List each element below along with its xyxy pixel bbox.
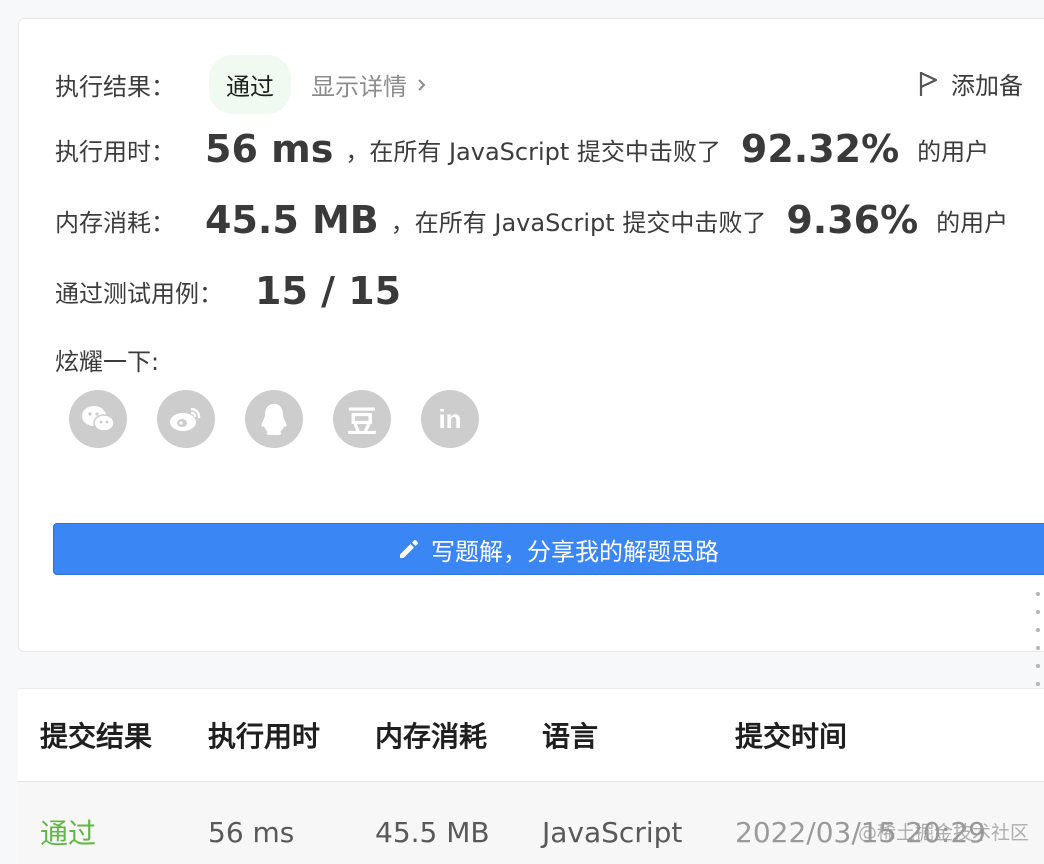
share-wechat-button[interactable] — [69, 390, 127, 448]
pencil-icon — [400, 540, 418, 558]
runtime-label: 执行用时： — [55, 137, 175, 166]
share-qq-button[interactable] — [245, 390, 303, 448]
add-note-label: 添加备 — [951, 72, 1023, 100]
memory-text: ，在所有 JavaScript 提交中击败了 — [390, 208, 767, 237]
show-details-label: 显示详情 — [311, 73, 407, 101]
row-runtime: 56 ms — [208, 815, 295, 849]
result-row: 执行结果： 通过 显示详情 — [55, 55, 429, 114]
memory-suffix: 的用户 — [936, 208, 1009, 237]
share-weibo-button[interactable] — [157, 390, 215, 448]
header-runtime: 执行用时 — [208, 720, 321, 753]
status-badge: 通过 — [209, 55, 291, 114]
memory-label: 内存消耗： — [55, 208, 175, 237]
result-card: 执行结果： 通过 显示详情 添加备 执行用时： 56 ms ，在所有 JavaS… — [18, 18, 1044, 652]
tests-label: 通过测试用例： — [55, 279, 223, 308]
watermark: @稀土掘金技术社区 — [858, 822, 1030, 844]
share-linkedin-button[interactable]: in — [421, 390, 479, 448]
runtime-text: ，在所有 JavaScript 提交中击败了 — [345, 137, 721, 166]
memory-percent: 9.36% — [786, 198, 919, 242]
weibo-icon — [170, 407, 201, 431]
share-icons: 豆 in — [69, 390, 509, 448]
runtime-value: 56 ms — [205, 127, 334, 171]
share-douban-button[interactable]: 豆 — [333, 390, 391, 448]
row-status[interactable]: 通过 — [40, 782, 96, 864]
memory-row: 内存消耗： 45.5 MB ，在所有 JavaScript 提交中击败了 9.3… — [55, 198, 1008, 242]
flag-icon — [919, 71, 938, 96]
write-solution-label: 写题解，分享我的解题思路 — [431, 537, 719, 566]
table-header: 提交结果 执行用时 内存消耗 语言 提交时间 — [18, 689, 1044, 782]
submission-result-page: 执行结果： 通过 显示详情 添加备 执行用时： 56 ms ，在所有 JavaS… — [0, 0, 1044, 864]
header-language: 语言 — [542, 720, 599, 753]
linkedin-icon: in — [438, 403, 462, 434]
tests-value: 15 / 15 — [255, 269, 402, 313]
wechat-icon — [82, 406, 115, 432]
share-label: 炫耀一下: — [55, 348, 160, 376]
row-memory: 45.5 MB — [375, 815, 490, 849]
add-note-button[interactable]: 添加备 — [917, 66, 1023, 101]
header-memory: 内存消耗 — [375, 720, 488, 753]
header-submit-time: 提交时间 — [735, 720, 848, 753]
header-status: 提交结果 — [40, 720, 153, 753]
qq-icon — [261, 404, 287, 435]
douban-icon: 豆 — [347, 405, 377, 440]
memory-value: 45.5 MB — [205, 198, 379, 242]
show-details-link[interactable]: 显示详情 — [311, 67, 429, 102]
write-solution-button[interactable]: 写题解，分享我的解题思路 — [53, 523, 1044, 575]
runtime-suffix: 的用户 — [917, 137, 990, 166]
tests-row: 通过测试用例： 15 / 15 — [55, 269, 401, 313]
row-language: JavaScript — [542, 815, 683, 849]
runtime-row: 执行用时： 56 ms ，在所有 JavaScript 提交中击败了 92.32… — [55, 127, 989, 171]
share-row: 炫耀一下: — [55, 342, 159, 377]
result-label: 执行结果： — [55, 73, 175, 101]
runtime-percent: 92.32% — [740, 127, 900, 171]
chevron-right-icon — [418, 78, 426, 91]
scroll-indicator — [1036, 592, 1044, 700]
